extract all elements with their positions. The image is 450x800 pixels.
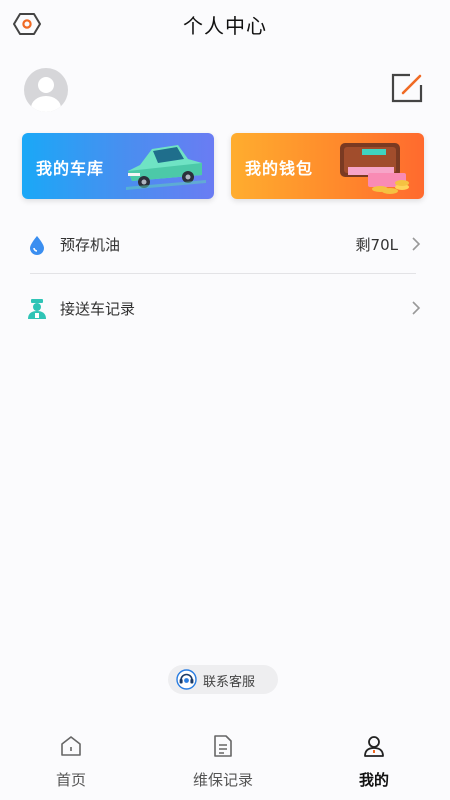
chevron-right-icon: [412, 237, 421, 251]
avatar[interactable]: [24, 68, 68, 112]
edit-icon: [391, 73, 423, 103]
chevron-right-icon: [412, 301, 421, 315]
divider: [30, 273, 416, 274]
my-wallet-label: 我的钱包: [245, 159, 314, 178]
my-garage-label: 我的车库: [36, 159, 105, 178]
pickup-records-row[interactable]: 接送车记录: [0, 284, 450, 334]
avatar-placeholder-icon: [31, 77, 61, 112]
prepaid-oil-row[interactable]: 预存机油 剩70L: [0, 220, 450, 270]
oil-drop-icon: [30, 236, 44, 255]
driver-icon: [28, 299, 46, 319]
contact-service-label: 联系客服: [203, 675, 256, 690]
edit-profile-button[interactable]: [390, 72, 424, 104]
user-icon: [364, 736, 384, 757]
header: 个人中心: [0, 0, 450, 48]
prepaid-oil-label: 预存机油: [60, 236, 121, 254]
oil-remaining-value: 剩70L: [355, 236, 398, 254]
tab-mine[interactable]: 我的: [319, 724, 429, 800]
pickup-records-label: 接送车记录: [60, 300, 136, 318]
wallet-illustration: [340, 143, 409, 194]
my-garage-card[interactable]: 我的车库: [22, 133, 214, 199]
headset-icon: [176, 669, 197, 690]
my-wallet-card[interactable]: 我的钱包: [231, 133, 424, 199]
page-title: 个人中心: [183, 14, 267, 38]
car-illustration: [126, 145, 206, 190]
tab-maintenance-records[interactable]: 维保记录: [168, 724, 278, 800]
tab-home-label: 首页: [55, 771, 86, 789]
tab-home[interactable]: 首页: [16, 724, 126, 800]
document-icon: [214, 735, 232, 757]
bottom-tab-bar: 首页 维保记录 我的: [0, 724, 450, 800]
tab-mine-label: 我的: [358, 771, 389, 789]
home-icon: [61, 736, 81, 756]
contact-service-button[interactable]: 联系客服: [168, 665, 278, 694]
tab-maintenance-records-label: 维保记录: [192, 771, 253, 789]
